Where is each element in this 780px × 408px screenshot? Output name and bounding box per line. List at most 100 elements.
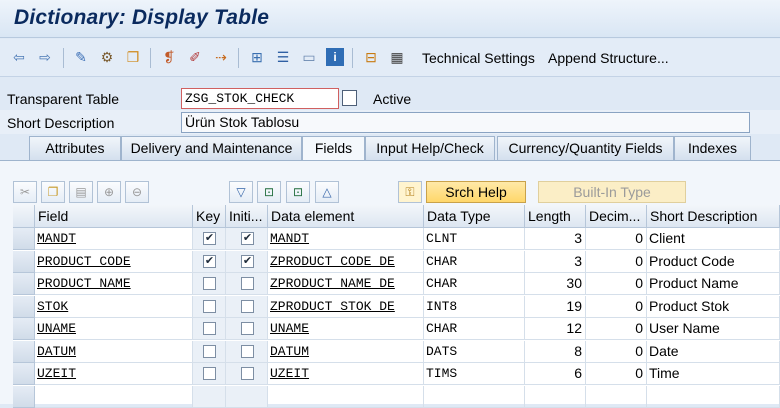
- decimals-cell[interactable]: 0: [586, 340, 647, 363]
- back-arrow-icon[interactable]: ⇦: [10, 48, 28, 66]
- length-cell[interactable]: 8: [525, 340, 586, 363]
- key-checkbox-box[interactable]: [203, 322, 216, 335]
- object-list-icon[interactable]: ✐: [186, 48, 204, 66]
- delete-row-icon[interactable]: ⊖: [125, 181, 149, 203]
- row-selector[interactable]: [13, 250, 35, 273]
- data-type-cell[interactable]: CHAR: [424, 318, 525, 340]
- short-description-cell[interactable]: Product Code: [647, 250, 780, 273]
- key-checkbox[interactable]: [193, 363, 226, 385]
- short-desc-field[interactable]: Ürün Stok Tablosu: [181, 112, 750, 133]
- decimals-cell[interactable]: 0: [586, 295, 647, 318]
- display-change-icon[interactable]: ⚙: [98, 48, 116, 66]
- data-type-cell[interactable]: CHAR: [424, 273, 525, 295]
- initial-checkbox-box[interactable]: [241, 322, 254, 335]
- column-header-key[interactable]: Key: [193, 205, 226, 228]
- technical-settings-button[interactable]: Technical Settings: [422, 50, 535, 66]
- tab-attributes[interactable]: Attributes: [29, 136, 121, 160]
- short-description-cell[interactable]: Time: [647, 363, 780, 385]
- column-header-field[interactable]: Field: [35, 205, 193, 228]
- paste-icon[interactable]: ▤: [69, 181, 93, 203]
- decimals-cell[interactable]: 0: [586, 318, 647, 340]
- find-icon[interactable]: ⊡: [257, 181, 281, 203]
- short-description-cell[interactable]: Date: [647, 340, 780, 363]
- row-selector[interactable]: [13, 318, 35, 340]
- field-name-cell[interactable]: STOK: [35, 295, 193, 318]
- initial-checkbox-box[interactable]: [241, 367, 254, 380]
- search-help-icon[interactable]: ⚿: [398, 181, 422, 203]
- decimals-cell[interactable]: 0: [586, 228, 647, 250]
- decimals-cell[interactable]: 0: [586, 250, 647, 273]
- initial-checkbox[interactable]: ✔: [226, 250, 268, 273]
- key-checkbox[interactable]: ✔: [193, 250, 226, 273]
- cut-icon[interactable]: ✂: [13, 181, 37, 203]
- key-checkbox[interactable]: [193, 273, 226, 295]
- row-selector[interactable]: [13, 340, 35, 363]
- table-name-field[interactable]: ZSG_STOK_CHECK: [181, 88, 339, 109]
- length-cell[interactable]: 3: [525, 250, 586, 273]
- short-description-cell[interactable]: Product Name: [647, 273, 780, 295]
- initial-checkbox-box[interactable]: ✔: [241, 232, 254, 245]
- row-selector[interactable]: [13, 363, 35, 385]
- initial-checkbox-box[interactable]: [241, 344, 254, 358]
- initial-checkbox-box[interactable]: [241, 277, 254, 290]
- initial-checkbox-box[interactable]: ✔: [241, 254, 254, 268]
- column-header-data-type[interactable]: Data Type: [424, 205, 525, 228]
- data-type-cell[interactable]: DATS: [424, 340, 525, 363]
- length-cell[interactable]: 6: [525, 363, 586, 385]
- copy-icon[interactable]: [342, 90, 357, 106]
- key-checkbox[interactable]: [193, 295, 226, 318]
- data-element-cell[interactable]: ZPRODUCT_CODE_DE: [268, 250, 424, 273]
- short-description-cell[interactable]: Product Stok: [647, 295, 780, 318]
- initial-checkbox[interactable]: [226, 363, 268, 385]
- where-used-icon[interactable]: ❡: [160, 48, 178, 66]
- column-header-initial[interactable]: Initi...: [226, 205, 268, 228]
- key-checkbox-box[interactable]: ✔: [203, 232, 216, 245]
- length-cell[interactable]: 12: [525, 318, 586, 340]
- key-checkbox-box[interactable]: [203, 277, 216, 290]
- tab-fields[interactable]: Fields: [302, 136, 365, 161]
- append-structure-button[interactable]: Append Structure...: [548, 50, 669, 66]
- key-checkbox-box[interactable]: [203, 344, 216, 358]
- data-element-cell[interactable]: ZPRODUCT_NAME_DE: [268, 273, 424, 295]
- data-element-cell[interactable]: UNAME: [268, 318, 424, 340]
- forward-arrow-icon[interactable]: ⇨: [36, 48, 54, 66]
- key-checkbox[interactable]: ✔: [193, 228, 226, 250]
- index-icon[interactable]: ☰: [274, 48, 292, 66]
- field-name-cell[interactable]: DATUM: [35, 340, 193, 363]
- initial-checkbox[interactable]: [226, 318, 268, 340]
- tab-input-help-check[interactable]: Input Help/Check: [365, 136, 495, 160]
- initial-checkbox[interactable]: ✔: [226, 228, 268, 250]
- initial-checkbox-box[interactable]: [241, 299, 254, 313]
- row-selector[interactable]: [13, 385, 35, 408]
- copy-rows-icon[interactable]: ❐: [41, 181, 65, 203]
- initial-checkbox[interactable]: [226, 295, 268, 318]
- key-checkbox[interactable]: [193, 340, 226, 363]
- find-next-icon[interactable]: ⊡: [286, 181, 310, 203]
- data-element-cell[interactable]: ZPRODUCT_STOK_DE: [268, 295, 424, 318]
- data-element-cell[interactable]: DATUM: [268, 340, 424, 363]
- field-name-cell[interactable]: PRODUCT_CODE: [35, 250, 193, 273]
- initial-checkbox[interactable]: [226, 340, 268, 363]
- insert-row-icon[interactable]: ⊕: [97, 181, 121, 203]
- data-type-cell[interactable]: INT8: [424, 295, 525, 318]
- short-description-cell[interactable]: Client: [647, 228, 780, 250]
- tab-indexes[interactable]: Indexes: [674, 136, 751, 160]
- key-checkbox[interactable]: [193, 318, 226, 340]
- column-header-data-element[interactable]: Data element: [268, 205, 424, 228]
- layout-icon[interactable]: ▭: [300, 48, 318, 66]
- data-element-cell[interactable]: UZEIT: [268, 363, 424, 385]
- key-checkbox-box[interactable]: ✔: [203, 254, 216, 268]
- field-name-cell[interactable]: UNAME: [35, 318, 193, 340]
- short-description-cell[interactable]: User Name: [647, 318, 780, 340]
- data-type-cell[interactable]: CHAR: [424, 250, 525, 273]
- initial-checkbox[interactable]: [226, 273, 268, 295]
- other-object-icon[interactable]: ✎: [72, 48, 90, 66]
- activate-icon[interactable]: ❐: [124, 48, 142, 66]
- key-checkbox-box[interactable]: [203, 299, 216, 313]
- row-selector[interactable]: [13, 295, 35, 318]
- field-name-cell[interactable]: UZEIT: [35, 363, 193, 385]
- data-type-cell[interactable]: TIMS: [424, 363, 525, 385]
- info-icon[interactable]: i: [326, 48, 344, 66]
- search-help-button[interactable]: Srch Help: [426, 181, 526, 203]
- key-checkbox-box[interactable]: [203, 367, 216, 380]
